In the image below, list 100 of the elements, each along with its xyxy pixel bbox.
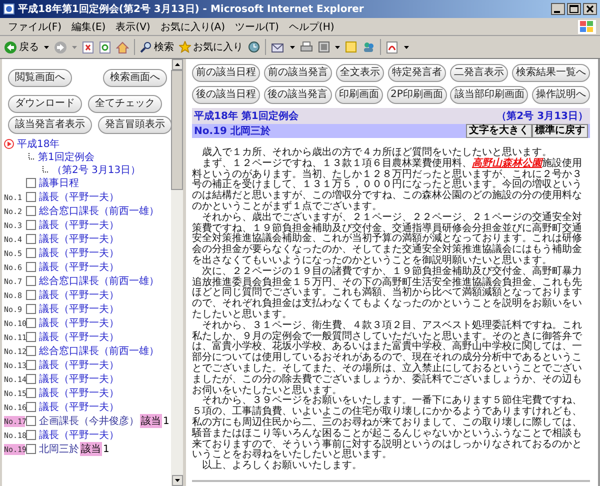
close-icon[interactable] <box>583 3 597 15</box>
speaker-link[interactable]: 議長（平野一夫） <box>39 260 119 274</box>
view-button[interactable]: 該当発言者表示 <box>8 116 92 134</box>
home-icon[interactable] <box>116 40 129 54</box>
star-icon[interactable] <box>179 41 191 53</box>
action-button[interactable]: ダウンロード <box>8 95 82 113</box>
checkbox[interactable] <box>26 332 36 342</box>
menu-item[interactable]: お気に入り(A) <box>160 20 225 34</box>
view-button[interactable]: 発言冒頭表示 <box>98 116 171 134</box>
nav-button[interactable]: 閲覧画面へ <box>8 69 72 87</box>
action-button[interactable]: 全てチェック <box>88 95 162 113</box>
speaker-link[interactable]: 議事日程 <box>39 176 79 190</box>
checkbox[interactable] <box>26 416 36 426</box>
speaker-link[interactable]: 議長（平野一夫） <box>39 232 119 246</box>
speech-paragraph: 以上、よろしくお願いいたします。 <box>201 461 363 472</box>
hit-tag: 該当 <box>140 414 162 428</box>
favorites-button[interactable]: お気に入り <box>179 40 243 54</box>
navigation-button[interactable]: 特定発言者 <box>388 64 446 82</box>
checkbox[interactable] <box>26 318 36 328</box>
tree-link[interactable]: 第1回定例会 <box>38 150 94 164</box>
speaker-link[interactable]: 企画課長（今井俊彦） <box>39 414 139 428</box>
menu-item[interactable]: 表示(V) <box>116 20 150 34</box>
hit-tag: 該当 <box>80 442 102 456</box>
checkbox[interactable] <box>26 192 36 202</box>
navigation-button[interactable]: 検索結果一覧へ <box>512 64 590 82</box>
checkbox[interactable] <box>26 388 36 398</box>
speaker-link[interactable]: 議長（平野一夫） <box>39 358 119 372</box>
speaker-link[interactable]: 議長（平野一夫） <box>39 316 119 330</box>
speaker-link[interactable]: 議長（平野一夫） <box>39 190 119 204</box>
windows-flag-icon <box>578 20 596 34</box>
checkbox[interactable] <box>26 304 36 314</box>
speaker-link[interactable]: 議長（平野一夫） <box>39 372 119 386</box>
dropdown-arrow-icon[interactable] <box>335 46 340 48</box>
menu-item[interactable]: ツール(T) <box>235 20 279 34</box>
speaker-link[interactable]: 議長（平野一夫） <box>39 288 119 302</box>
forward-icon[interactable] <box>54 40 67 54</box>
tree-link[interactable]: 平成18年 <box>17 136 60 150</box>
checkbox[interactable] <box>26 430 36 440</box>
minimize-icon[interactable] <box>551 3 565 15</box>
back-arrow-icon[interactable] <box>4 40 17 54</box>
navigation-button[interactable]: 二発言表示 <box>450 64 508 82</box>
speaker-link[interactable]: 議長（平野一夫） <box>39 400 119 414</box>
navigation-button[interactable]: 印刷画面 <box>335 86 384 104</box>
scrollbar[interactable] <box>171 59 183 486</box>
navigation-button[interactable]: 操作説明へ <box>532 86 590 104</box>
checkbox[interactable] <box>26 276 36 286</box>
menu-item[interactable]: 編集(E) <box>72 20 106 34</box>
back-button[interactable]: 戻る <box>4 40 39 54</box>
dropdown-arrow-icon[interactable] <box>290 46 295 48</box>
font-size-button[interactable]: 標準に戻す <box>532 124 588 138</box>
history-icon[interactable] <box>248 41 260 53</box>
speaker-link[interactable]: 総合窓口課長（前西一雄） <box>39 274 159 288</box>
refresh-icon[interactable] <box>99 40 111 54</box>
checkbox[interactable] <box>26 234 36 244</box>
checkbox[interactable] <box>26 402 36 412</box>
dropdown-arrow-icon[interactable] <box>404 46 409 48</box>
navigation-button[interactable]: 後の該当発言 <box>264 86 332 104</box>
people-icon[interactable] <box>362 41 375 53</box>
navigation-button[interactable]: 2P印刷画面 <box>386 86 447 104</box>
speaker-link[interactable]: 議長（平野一夫） <box>39 428 119 442</box>
menu-item[interactable]: ヘルプ(H) <box>288 20 334 34</box>
document-icon[interactable] <box>318 41 330 53</box>
checkbox[interactable] <box>26 262 36 272</box>
dropdown-arrow-icon[interactable] <box>44 46 49 48</box>
checkbox[interactable] <box>26 220 36 230</box>
nav-button[interactable]: 検索画面へ <box>103 69 167 87</box>
print-icon[interactable] <box>300 41 313 53</box>
mail-icon[interactable] <box>271 41 285 53</box>
search-button[interactable]: 検索 <box>140 40 174 54</box>
maximize-icon[interactable] <box>567 3 581 15</box>
speaker-link[interactable]: 議長（平野一夫） <box>39 302 119 316</box>
menu-item[interactable]: ファイル(F) <box>8 20 62 34</box>
scroll-down-icon[interactable] <box>172 475 182 486</box>
speech-paragraph: 次に、２２ページの１９目の諸費ですか、１９節負担金補助及び交付金、高野町暴力追放推進委員会負担金１５万円、その下の高野町生活安全推進協議会負担金、これも先ほどと同じ質問でございます。これも満額、当初から比べて満額減額となっておりますので、それぞれ負担金は支払わなくてもよくなったのかということを説明をお願いをいたしたいと思います。 <box>192 266 583 320</box>
speech-paragraph: それから、歳出でございますが、２１ページ、２２ページ、２１ページの交通安全対策費ですね、１９節負担金補助及び交付金、交通指導員研修会分担金並びに高野町交通安全対策推進協議会補助金、これが当初予算の満額が減となっております。これは研修会の分担金が要らなくなったのか、そしてまた交通安全対策推進協議会にはもう補助金を出さなくてもいいようになったのかということを御説明願いたいと思います。 <box>192 212 583 266</box>
speaker-link[interactable]: 総合窓口課長（前西一雄） <box>39 204 159 218</box>
checkbox[interactable] <box>26 248 36 258</box>
speaker-link[interactable]: 議長（平野一夫） <box>39 330 119 344</box>
checkbox[interactable] <box>26 290 36 300</box>
speaker-link[interactable]: 議長（平野一夫） <box>39 218 119 232</box>
navigation-button[interactable]: 前の該当発言 <box>264 64 332 82</box>
speaker-link[interactable]: 議長（平野一夫） <box>39 246 119 260</box>
navigation-button[interactable]: 全文表示 <box>336 64 384 82</box>
navigation-button[interactable]: 前の該当日程 <box>192 64 260 82</box>
search-icon[interactable] <box>140 41 152 53</box>
checkbox[interactable] <box>26 374 36 384</box>
checkbox[interactable] <box>26 206 36 216</box>
checkbox[interactable] <box>26 346 36 356</box>
stop-icon[interactable] <box>82 40 94 54</box>
scroll-up-icon[interactable] <box>172 59 182 70</box>
checkbox[interactable] <box>26 360 36 370</box>
speaker-link[interactable]: 総合窓口課長（前西一雄） <box>39 344 159 358</box>
navigation-button[interactable]: 該当部印刷画面 <box>450 86 528 104</box>
speaker-link[interactable]: 議長（平野一夫） <box>39 386 119 400</box>
tree-link[interactable]: （第2号 3月13日） <box>52 162 141 176</box>
checkbox[interactable] <box>26 444 36 454</box>
font-size-button[interactable]: 文字を大きく <box>466 124 532 138</box>
checkbox[interactable] <box>26 178 36 188</box>
speaker-link[interactable]: 北岡三於 <box>39 442 79 456</box>
navigation-button[interactable]: 後の該当日程 <box>192 86 260 104</box>
